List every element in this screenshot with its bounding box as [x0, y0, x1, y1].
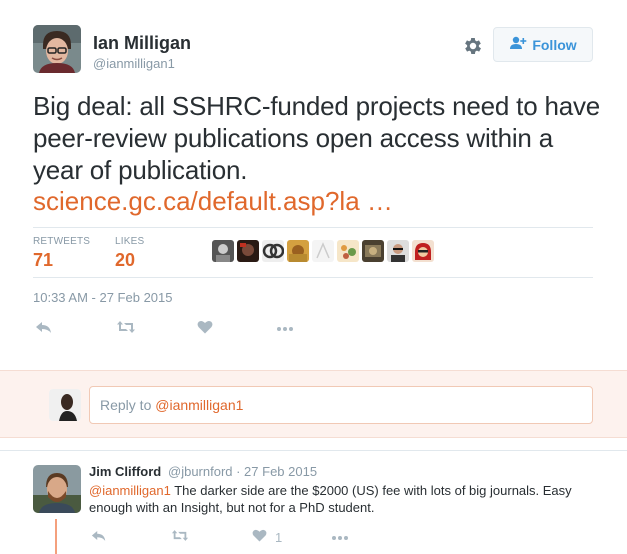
reply-prefix: Reply to: [100, 397, 156, 413]
retweets-stat[interactable]: RETWEETS 71: [33, 236, 90, 271]
likes-stat[interactable]: LIKES 20: [115, 236, 144, 271]
gear-icon[interactable]: [462, 35, 484, 57]
retweet-button[interactable]: [116, 320, 136, 337]
reply-author-name[interactable]: Jim Clifford: [89, 464, 161, 479]
reply-tweet-reply-button[interactable]: [91, 529, 107, 545]
reply-tweet-more-button[interactable]: [331, 529, 349, 544]
tweet-text: Big deal: all SSHRC-funded projects need…: [33, 91, 601, 185]
liker-avatar[interactable]: [337, 240, 359, 262]
liker-avatar[interactable]: [312, 240, 334, 262]
heart-icon: [252, 529, 267, 545]
main-tweet: Ian Milligan @ianmilligan1 Follow Big de…: [0, 0, 627, 370]
retweet-icon: [171, 529, 189, 545]
liker-avatar[interactable]: [412, 240, 434, 262]
reply-text-mention[interactable]: @ianmilligan1: [89, 483, 171, 498]
more-dots-icon: [276, 320, 294, 335]
author-photo: [33, 25, 81, 73]
reply-tweet-like-button[interactable]: 1: [252, 529, 282, 545]
liker-avatar[interactable]: [287, 240, 309, 262]
like-button[interactable]: [197, 320, 213, 337]
reply-meta[interactable]: @jburnford · 27 Feb 2015: [168, 464, 317, 479]
reply-text: @ianmilligan1 The darker side are the $2…: [89, 482, 604, 516]
liker-avatar[interactable]: [237, 240, 259, 262]
author-handle[interactable]: @ianmilligan1: [93, 56, 175, 71]
likes-label: LIKES: [115, 236, 145, 247]
likes-count: 20: [115, 250, 136, 270]
retweets-label: RETWEETS: [33, 236, 91, 247]
current-user-avatar: [49, 389, 81, 421]
liker-avatar[interactable]: [262, 240, 284, 262]
retweets-count: 71: [33, 250, 54, 270]
liker-avatar[interactable]: [212, 240, 234, 262]
liker-avatar[interactable]: [362, 240, 384, 262]
thread-line: [55, 519, 57, 554]
liker-avatar[interactable]: [387, 240, 409, 262]
retweet-icon: [116, 320, 136, 337]
reply-input[interactable]: Reply to @ianmilligan1: [89, 386, 593, 424]
tweet-timestamp[interactable]: 10:33 AM - 27 Feb 2015: [33, 290, 172, 305]
follow-button[interactable]: Follow: [493, 27, 593, 62]
reply-tweet-retweet-button[interactable]: [171, 529, 189, 545]
reply-arrow-icon: [35, 320, 53, 337]
likers-avatars: [212, 240, 434, 262]
author-name[interactable]: Ian Milligan: [93, 33, 191, 54]
divider: [33, 227, 593, 228]
more-dots-icon: [331, 529, 349, 544]
reply-box: Reply to @ianmilligan1: [0, 370, 627, 438]
follow-label: Follow: [532, 36, 577, 53]
reply-tweet: Jim Clifford @jburnford · 27 Feb 2015 @i…: [0, 450, 627, 554]
divider: [33, 277, 593, 278]
reply-button[interactable]: [35, 320, 53, 337]
author-avatar[interactable]: [33, 25, 81, 73]
reply-like-count: 1: [275, 529, 283, 545]
more-button[interactable]: [276, 320, 294, 335]
reply-arrow-icon: [91, 529, 107, 545]
tweet-link[interactable]: science.gc.ca/default.asp?la …: [33, 186, 393, 217]
reply-mention: @ianmilligan1: [155, 397, 244, 413]
reply-author-avatar[interactable]: [33, 465, 81, 513]
add-user-icon: [509, 36, 527, 53]
heart-icon: [197, 320, 213, 337]
